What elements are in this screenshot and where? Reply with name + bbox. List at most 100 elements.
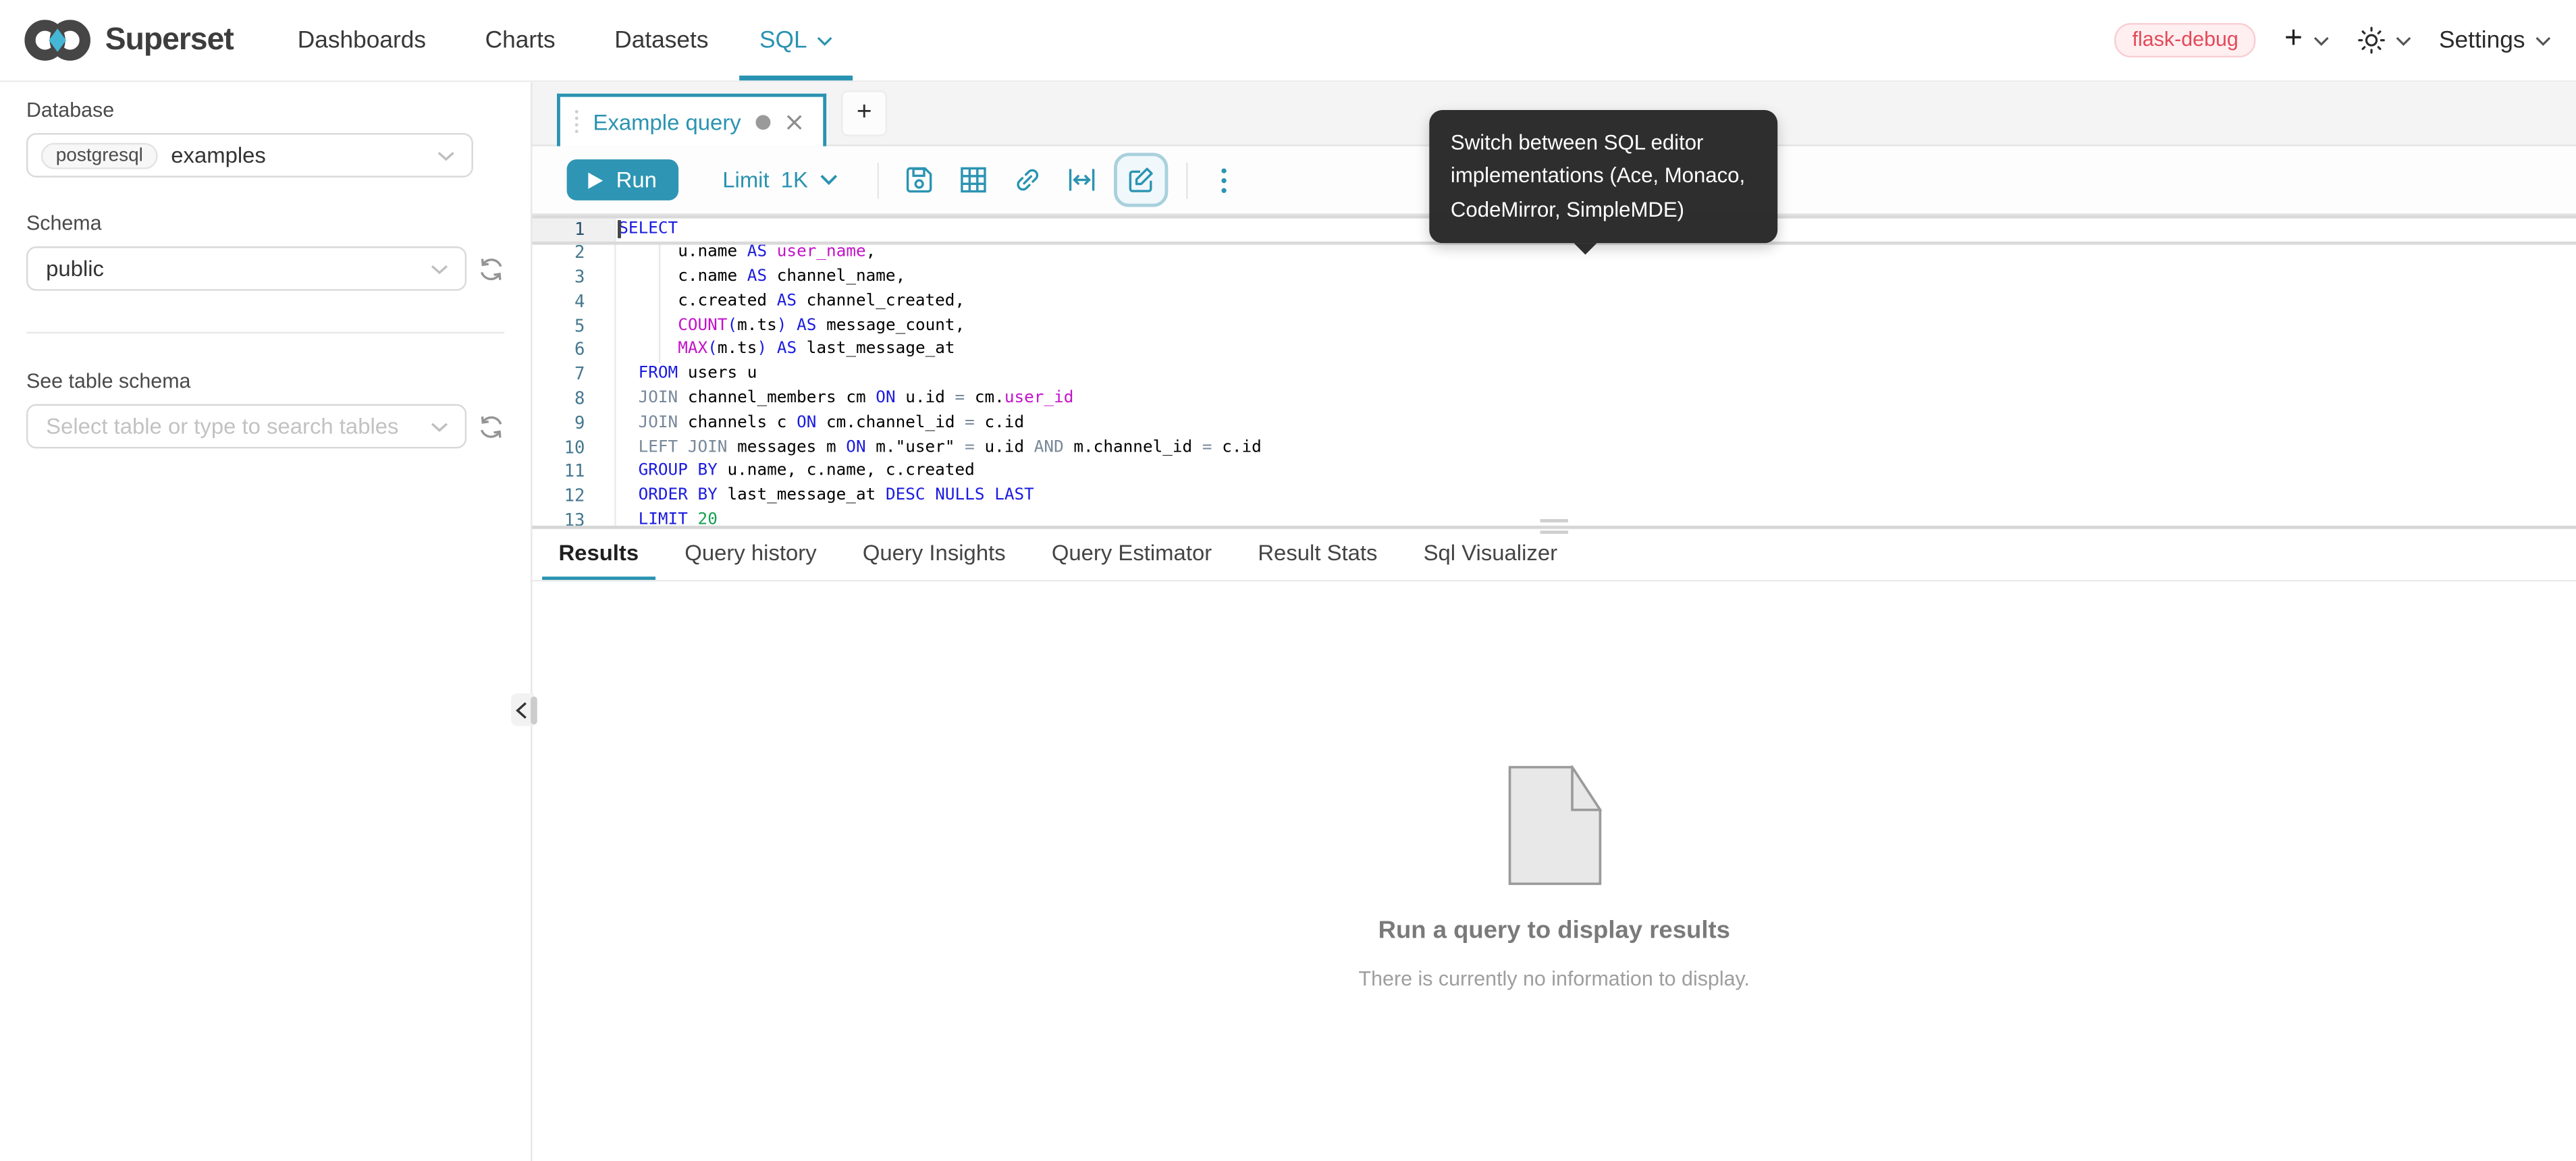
editor-line-11[interactable]: 11 GROUP BY u.name, c.name, c.created — [533, 461, 2576, 485]
line-number: 11 — [533, 461, 616, 485]
nav-item-sql[interactable]: SQL — [740, 0, 853, 80]
new-item-menu[interactable]: + — [2284, 26, 2329, 54]
line-number: 7 — [533, 364, 616, 388]
editor-line-5[interactable]: 5 COUNT(m.ts) AS message_count, — [533, 315, 2576, 340]
nav-item-dashboards[interactable]: Dashboards — [269, 0, 454, 80]
line-number: 3 — [533, 266, 616, 290]
empty-state-subtitle: There is currently no information to dis… — [1359, 967, 1750, 990]
refresh-tables-button[interactable] — [478, 413, 504, 439]
editor-line-8[interactable]: 8 JOIN channel_members cm ON u.id = cm.u… — [533, 388, 2576, 412]
results-tabs: Results Query history Query Insights Query … — [557, 528, 2576, 578]
refresh-icon — [478, 413, 504, 439]
editor-line-7[interactable]: 7 FROM users u — [533, 364, 2576, 388]
top-navbar: Superset Dashboards Charts Datasets SQL fla… — [0, 0, 2576, 82]
collapse-sidebar-button[interactable] — [511, 693, 533, 726]
results-empty-state: Run a query to display results There is … — [533, 580, 2576, 990]
schema-select[interactable]: public — [26, 246, 466, 291]
sqllab-left-panel: Database postgresql examples Schema publ… — [0, 82, 533, 1161]
render-table-button[interactable] — [946, 155, 1000, 205]
drag-handle-icon[interactable] — [575, 110, 579, 133]
line-number: 12 — [533, 485, 616, 510]
results-tab-label: Query Insights — [863, 539, 1006, 564]
toolbar-icons — [892, 153, 1252, 207]
line-number: 1 — [533, 217, 616, 242]
theme-menu[interactable] — [2357, 26, 2411, 54]
database-engine-tag: postgresql — [41, 142, 158, 169]
nav-item-label: Charts — [485, 27, 556, 53]
query-tab-example-query[interactable]: Example query — [557, 94, 826, 146]
refresh-schemas-button[interactable] — [478, 255, 504, 281]
close-tab-icon[interactable] — [785, 113, 803, 131]
code-line: c.name AS channel_name, — [615, 266, 2576, 290]
brand-name: Superset — [105, 22, 234, 59]
save-query-button[interactable] — [892, 155, 946, 205]
resize-grip[interactable] — [1540, 518, 1568, 522]
main-nav: Dashboards Charts Datasets SQL — [269, 0, 853, 80]
text-cursor — [618, 220, 620, 238]
editor-switch-tooltip: Switch between SQL editor implementation… — [1429, 110, 1777, 244]
editor-line-12[interactable]: 12 ORDER BY last_message_at DESC NULLS L… — [533, 485, 2576, 510]
results-tab-query-insights[interactable]: Query Insights — [861, 539, 1007, 578]
active-tab-indicator — [542, 576, 655, 579]
run-query-button[interactable]: Run — [567, 159, 678, 200]
editor-line-9[interactable]: 9 JOIN channels c ON cm.channel_id = c.i… — [533, 412, 2576, 437]
panel-resize-grip[interactable] — [530, 696, 537, 724]
more-actions-button[interactable] — [1198, 155, 1252, 205]
superset-sql-lab: Superset Dashboards Charts Datasets SQL fla… — [0, 0, 2576, 1161]
editor-line-10[interactable]: 10 LEFT JOIN messages m ON m."user" = u.… — [533, 437, 2576, 461]
database-select[interactable]: postgresql examples — [26, 133, 473, 178]
results-tab-query-history[interactable]: Query history — [683, 539, 818, 578]
header-right: flask-debug + Settings — [2114, 23, 2576, 58]
editor-line-3[interactable]: 3 c.name AS channel_name, — [533, 266, 2576, 290]
save-icon — [905, 166, 932, 194]
results-tab-label: Sql Visualizer — [1424, 539, 1557, 564]
nav-item-charts[interactable]: Charts — [457, 0, 583, 80]
results-tab-query-estimator[interactable]: Query Estimator — [1050, 539, 1213, 578]
results-tab-label: Query Estimator — [1052, 539, 1212, 564]
query-tab-label: Example query — [593, 109, 741, 134]
table-schema-label: See table schema — [26, 370, 504, 393]
chevron-down-icon — [820, 174, 838, 186]
play-icon — [588, 171, 603, 188]
line-number: 8 — [533, 388, 616, 412]
editor-results-resizer[interactable] — [533, 526, 2576, 529]
active-nav-indicator — [740, 76, 853, 80]
caret-down-icon — [2313, 35, 2329, 45]
table-select-placeholder: Select table or type to search tables — [46, 414, 398, 439]
editor-line-13[interactable]: 13 LIMIT 20 — [533, 510, 2576, 526]
editor-line-6[interactable]: 6 MAX(m.ts) AS last_message_at — [533, 340, 2576, 364]
schema-label: Schema — [26, 212, 504, 235]
toolbar-divider — [877, 162, 878, 198]
chevron-down-icon — [431, 421, 449, 431]
nav-item-label: Dashboards — [298, 27, 426, 53]
caret-down-icon — [817, 35, 833, 45]
code-line: JOIN channel_members cm ON u.id = cm.use… — [615, 388, 2576, 412]
results-tab-results[interactable]: Results — [557, 539, 641, 578]
results-tab-sql-visualizer[interactable]: Sql Visualizer — [1422, 539, 1559, 578]
nav-item-label: Datasets — [614, 27, 708, 53]
editor-line-2[interactable]: 2 u.name AS user_name, — [533, 242, 2576, 266]
superset-logo[interactable]: Superset — [23, 18, 234, 63]
run-label: Run — [616, 167, 657, 192]
database-value: examples — [171, 143, 266, 168]
copy-link-button[interactable] — [1000, 155, 1054, 205]
autocomplete-width-button[interactable] — [1054, 155, 1108, 205]
nav-item-datasets[interactable]: Datasets — [587, 0, 736, 80]
database-label: Database — [26, 99, 504, 122]
chevron-down-icon — [437, 151, 455, 161]
table-select[interactable]: Select table or type to search tables — [26, 404, 466, 449]
link-icon — [1005, 158, 1049, 202]
caret-down-icon — [2394, 35, 2411, 45]
code-line: COUNT(m.ts) AS message_count, — [615, 315, 2576, 340]
settings-menu[interactable]: Settings — [2439, 27, 2551, 53]
sql-code-editor[interactable]: 1SELECT2 u.name AS user_name,3 c.name AS… — [533, 215, 2576, 526]
results-tab-result-stats[interactable]: Result Stats — [1256, 539, 1379, 578]
resize-grip[interactable] — [1540, 531, 1568, 534]
new-query-tab-button[interactable]: + — [841, 90, 887, 136]
column-width-icon — [1067, 167, 1095, 192]
switch-editor-button[interactable] — [1114, 153, 1168, 207]
editor-line-4[interactable]: 4 c.created AS channel_created, — [533, 290, 2576, 315]
line-number: 5 — [533, 315, 616, 340]
line-number: 9 — [533, 412, 616, 437]
row-limit-dropdown[interactable]: Limit 1K — [722, 167, 837, 192]
